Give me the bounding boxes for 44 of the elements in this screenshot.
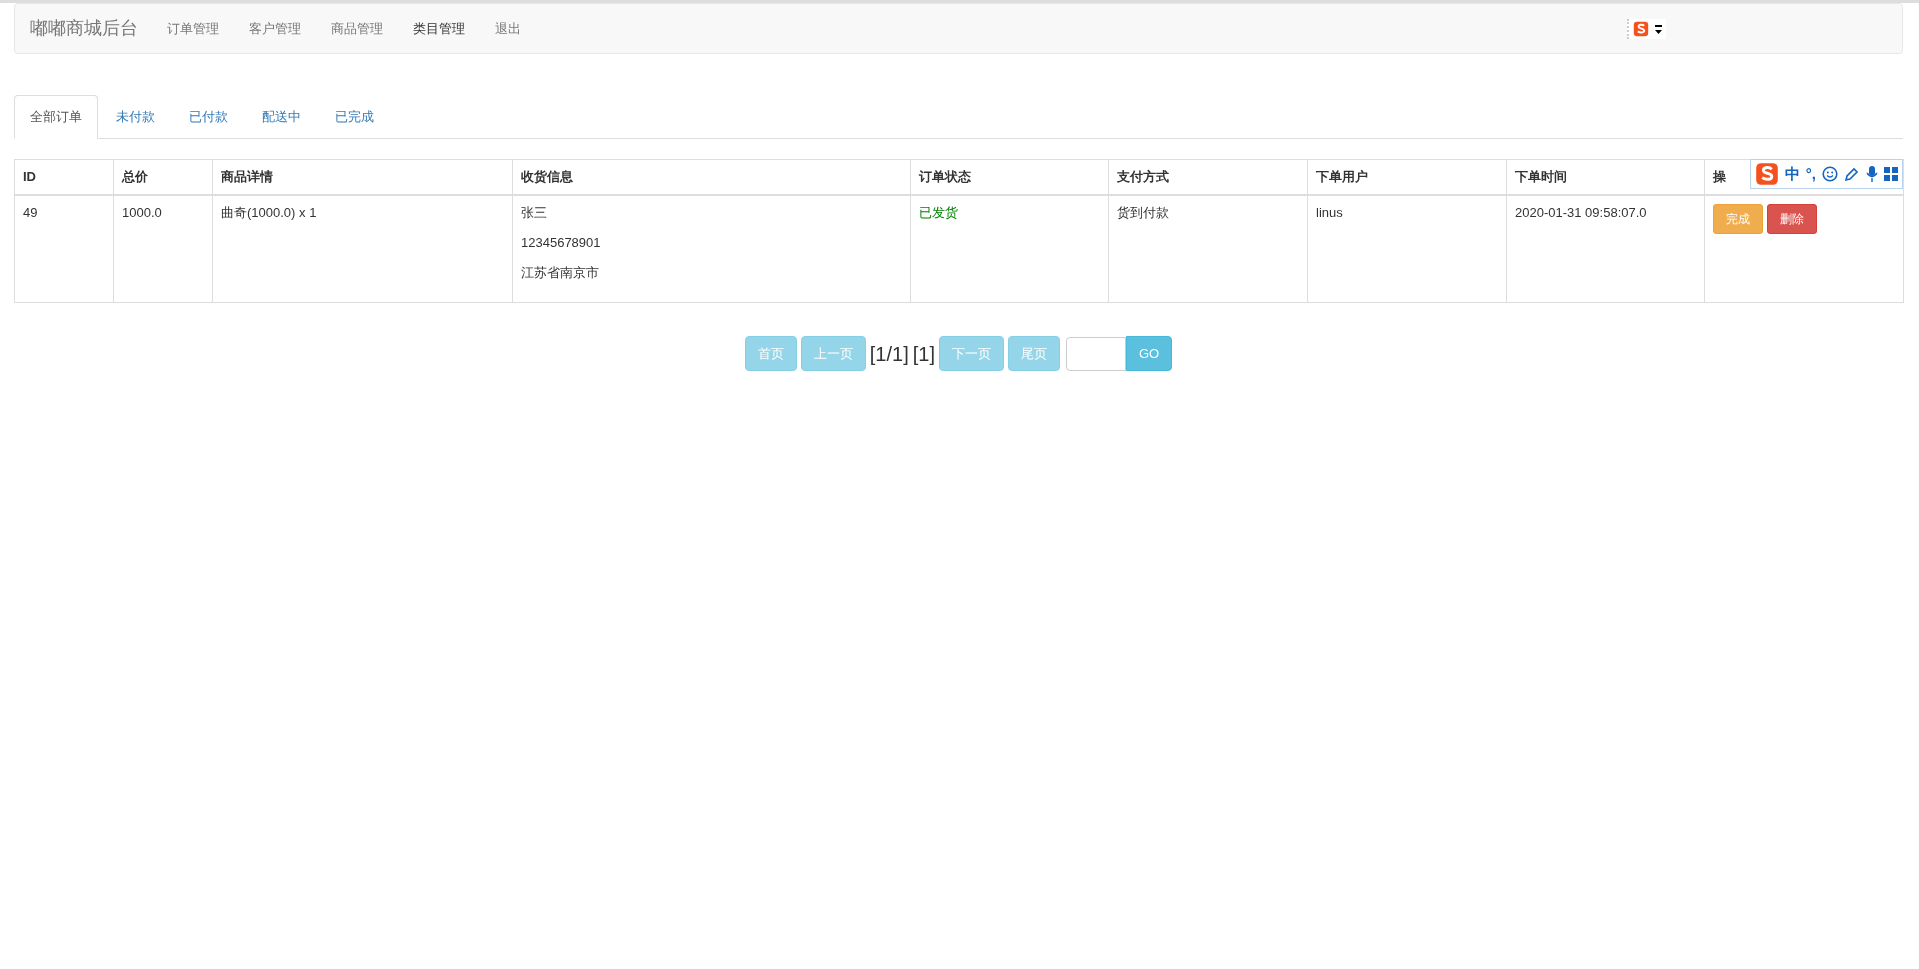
tab[interactable]: 全部订单 [14, 95, 98, 139]
page-info: [1/1] [869, 341, 909, 367]
nav-link[interactable]: 商品管理 [316, 18, 398, 39]
table-cell: linus [1316, 204, 1343, 220]
punctuation-toggle[interactable]: °, [1805, 163, 1816, 184]
grid-icon[interactable] [1884, 166, 1898, 181]
tab[interactable]: 配送中 [246, 95, 317, 139]
nav-link[interactable]: 订单管理 [152, 18, 234, 39]
nav-link[interactable]: 客户管理 [234, 18, 316, 39]
ime-indicator[interactable] [1627, 19, 1666, 39]
nav-link[interactable]: 类目管理 [398, 18, 480, 39]
ime-mode-toggle[interactable]: 中 [1784, 163, 1800, 184]
tab[interactable]: 已完成 [319, 95, 390, 139]
microphone-icon[interactable] [1866, 165, 1878, 182]
column-header: 下单用户 [1316, 168, 1368, 184]
caret-icon [1655, 24, 1662, 34]
pen-icon[interactable] [1844, 165, 1860, 182]
table-cell: 货到付款 [1117, 204, 1169, 220]
page-number[interactable]: [1] [912, 338, 935, 369]
brand-title[interactable]: 嘟嘟商城后台 [30, 15, 138, 42]
table-cell-text: 12345678901 [521, 233, 602, 252]
ime-logo-icon[interactable] [1754, 161, 1779, 186]
table-cell-text: 江苏省南京市 [521, 264, 600, 283]
column-header: 支付方式 [1117, 168, 1169, 184]
table-cell-text: 张三 [521, 203, 548, 222]
column-header: ID [23, 168, 36, 184]
column-header: 操 [1713, 168, 1726, 184]
column-header: 订单状态 [919, 168, 971, 184]
table-cell: 1000.0 [122, 204, 162, 220]
table-cell: 已发货 [919, 204, 958, 220]
tab[interactable]: 已付款 [173, 95, 244, 139]
column-header: 商品详情 [221, 168, 273, 184]
column-header: 收货信息 [521, 168, 573, 184]
nav-link[interactable]: 退出 [480, 18, 536, 39]
column-header: 总价 [122, 168, 148, 184]
column-header: 下单时间 [1515, 168, 1567, 184]
smiley-icon[interactable] [1822, 165, 1838, 182]
table-cell: 曲奇(1000.0) x 1 [221, 204, 317, 220]
ime-logo-icon [1633, 21, 1649, 37]
delete-button[interactable]: 删除 [1767, 203, 1817, 235]
table-cell: 2020-01-31 09:58:07.0 [1515, 204, 1647, 220]
tab[interactable]: 未付款 [100, 95, 171, 139]
page-input[interactable] [1065, 336, 1126, 371]
table-cell: 49 [23, 204, 38, 220]
